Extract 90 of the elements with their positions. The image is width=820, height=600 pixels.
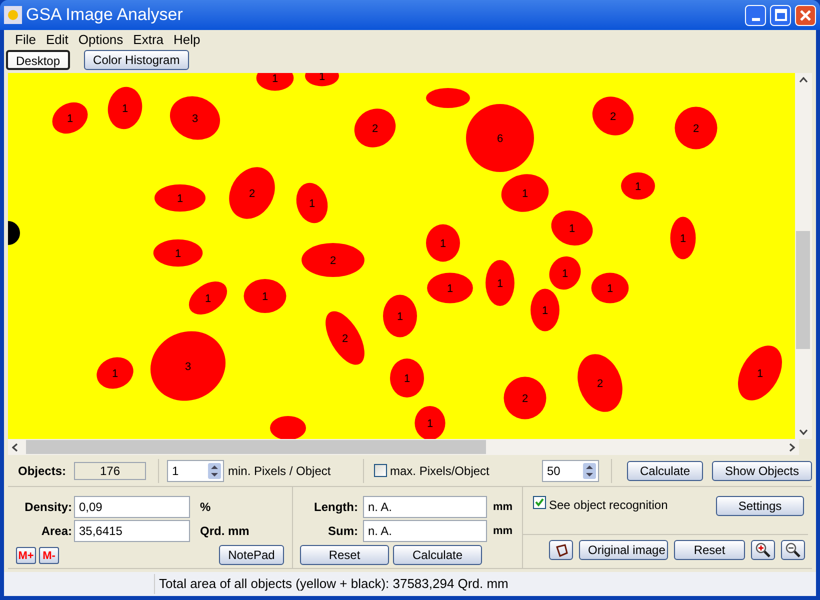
scroll-thumb[interactable] [26,440,486,454]
polygon-icon [554,544,568,556]
object-count-label: 1 [634,181,642,193]
object-count-label: 2 [596,378,604,390]
zoom-in-icon [755,542,771,558]
original-image-button[interactable]: Original image [579,540,668,560]
minimize-button[interactable] [745,4,766,26]
unit-label: mm [493,524,513,539]
maximize-button[interactable] [770,4,791,26]
checkbox[interactable] [374,464,387,477]
menu-item[interactable]: Help [174,30,200,50]
objects-label: Objects: [18,462,68,480]
measure-label: Area: [40,523,72,540]
object-count-label: 1 [680,233,686,245]
object-count-label: 1 [426,418,434,430]
unit-label: % [200,499,211,516]
menu-item[interactable]: Edit [46,30,68,50]
polygon-button[interactable] [549,540,573,560]
min-pixels-label: min. Pixels / Object [228,462,332,480]
zoom-out-icon [785,542,801,558]
sun-icon [4,6,22,24]
scroll-thumb[interactable] [796,231,810,349]
reset-button[interactable]: Reset [674,540,745,560]
object-count-label: 1 [446,283,454,295]
object-count-label: 1 [562,268,568,280]
measure-field[interactable]: n. A. [363,496,487,518]
max-pixels-label: max. Pixels/Object [390,462,490,480]
measure-field[interactable]: 35,6415 [74,520,190,542]
menu-item[interactable]: File [15,30,36,50]
menu-item[interactable]: Extra [133,30,164,50]
object-count-label: 1 [396,311,404,323]
zoom-in-button[interactable] [751,540,775,560]
status-text: Total area of all objects (yellow + black): 37583,294 Qrd. mm [154,574,508,594]
objects-count-field: 176 [74,462,146,480]
zoom-out-button[interactable] [781,540,805,560]
object-count-label: 1 [606,283,614,295]
notepad-button[interactable]: NotePad [219,545,284,565]
reset-button[interactable]: Reset [300,545,389,565]
object-count-label: 2 [342,333,348,345]
window-title: GSA Image Analyser [26,4,184,26]
settings-button[interactable]: Settings [716,496,804,516]
measure-field[interactable]: n. A. [363,520,487,542]
object-count-label: 1 [756,368,764,380]
toolbar-tab[interactable]: Desktop [6,50,70,70]
object-count-label: 1 [176,193,184,205]
object-count-label: 1 [262,291,268,303]
vertical-scrollbar[interactable] [795,73,812,439]
calculate-button[interactable]: Calculate [627,460,703,480]
object-count-label: 1 [568,223,576,235]
number-spinner[interactable]: 50 [542,460,599,482]
object-count-label: 1 [174,248,182,260]
object-count-label: 2 [248,188,256,200]
spin-arrows-icon[interactable] [208,462,221,478]
object-count-label: 6 [496,133,504,145]
measure-label: Sum: [327,523,358,540]
object-count-label: 1 [542,305,548,317]
measure-field[interactable]: 0,09 [74,496,190,518]
object-count-label: 3 [184,361,192,373]
object-count-label: 2 [610,111,616,123]
object-count-label: 1 [440,238,446,250]
object-count-label: 2 [692,123,700,135]
object-count-label: 2 [372,123,378,135]
object-count-label: 1 [112,368,118,380]
object-count-label: 1 [496,278,504,290]
show-objects-button[interactable]: Show Objects [712,460,812,480]
menu-item[interactable]: Options [78,30,124,50]
checkbox[interactable] [533,496,546,509]
horizontal-scrollbar[interactable] [8,439,799,455]
object-count-label: 1 [308,198,316,210]
toolbar-tab[interactable]: Color Histogram [84,50,189,70]
spin-arrows-icon[interactable] [583,462,596,478]
object-count-label: 2 [522,393,528,405]
object-count-label: 1 [404,373,410,385]
object-count-label: 1 [122,103,128,115]
close-button[interactable] [795,4,816,26]
object-count-label: 3 [192,113,198,125]
object-count-label: 1 [66,113,74,125]
number-spinner[interactable]: 1 [167,460,224,482]
close-icon [800,10,811,20]
edge-object-drawing [8,221,20,245]
object-count-label: 1 [522,188,528,200]
object-count-label: 2 [330,255,336,267]
object-count-label: 1 [272,73,278,85]
measure-label: Length: [313,499,358,516]
recognition-label: See object recognition [549,497,668,514]
unit-label: mm [493,500,513,515]
measure-label: Density: [24,499,72,516]
object-count-label: 1 [204,293,212,305]
calculate-button[interactable]: Calculate [393,545,482,565]
unit-label: Qrd. mm [200,523,250,540]
